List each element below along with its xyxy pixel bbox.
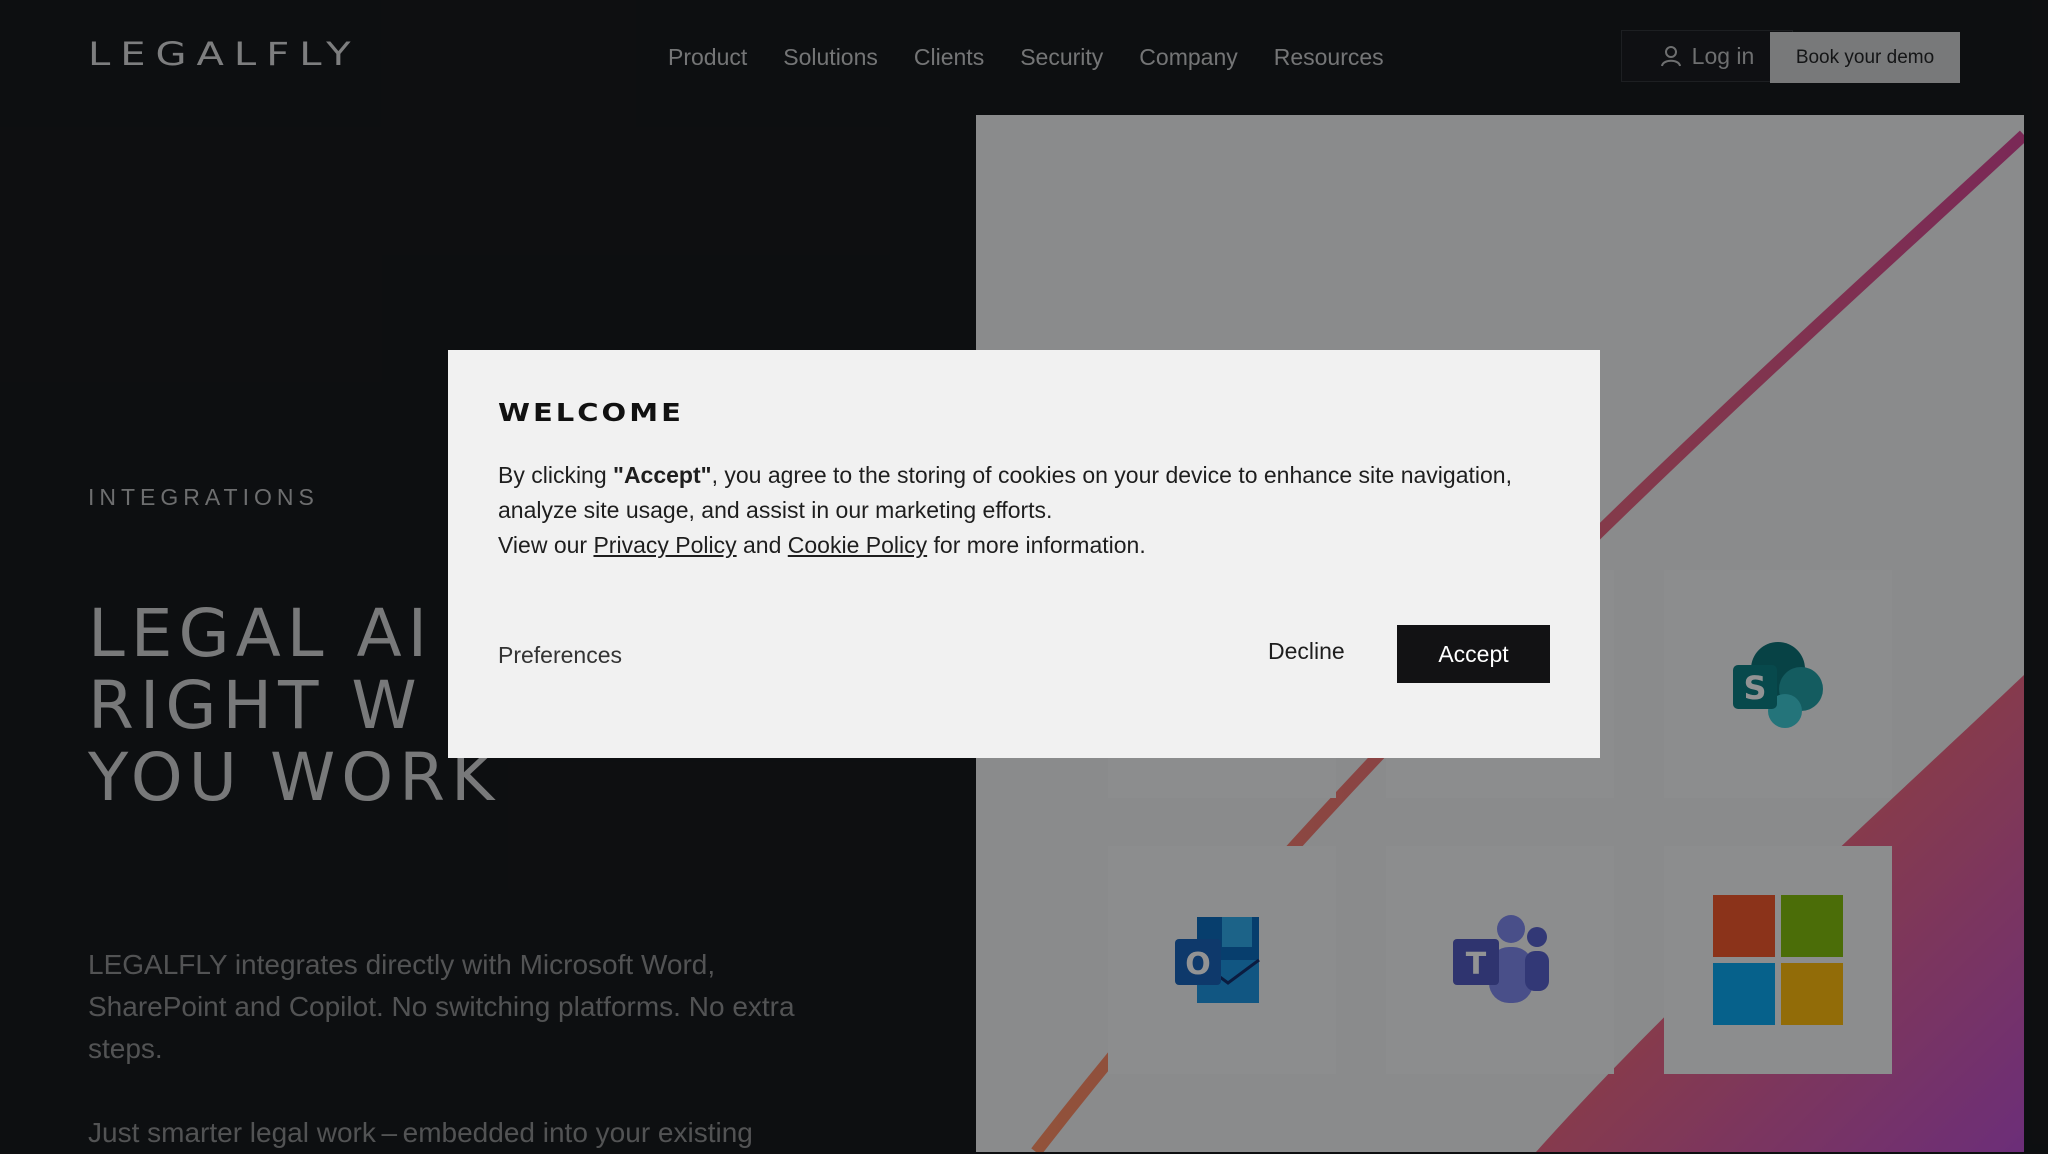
svg-text:O: O bbox=[1185, 947, 1211, 982]
nav-clients[interactable]: Clients bbox=[914, 44, 984, 71]
outlook-icon: O bbox=[1175, 917, 1260, 1003]
decline-button[interactable]: Decline bbox=[1268, 638, 1345, 665]
headline-line-2: RIGHT W bbox=[88, 667, 423, 744]
modal-title: WELCOME bbox=[498, 398, 684, 427]
modal-body: By clicking "Accept", you agree to the s… bbox=[498, 458, 1558, 563]
tile-sharepoint: S bbox=[1664, 570, 1892, 798]
tile-teams: T bbox=[1386, 846, 1614, 1074]
nav-solutions[interactable]: Solutions bbox=[783, 44, 878, 71]
svg-text:T: T bbox=[1466, 947, 1487, 982]
hero-description: LEGALFLY integrates directly with Micros… bbox=[88, 949, 795, 1064]
microsoft-icon bbox=[1713, 895, 1843, 1025]
body-prefix: By clicking bbox=[498, 462, 614, 488]
nav-resources[interactable]: Resources bbox=[1274, 44, 1384, 71]
and-text: and bbox=[736, 532, 788, 558]
user-icon bbox=[1660, 46, 1681, 67]
headline-line-3: YOU WORK bbox=[88, 739, 501, 816]
main-nav: Product Solutions Clients Security Compa… bbox=[668, 44, 1384, 71]
teams-icon: T bbox=[1453, 915, 1549, 1003]
nav-security[interactable]: Security bbox=[1020, 44, 1103, 71]
book-demo-button[interactable]: Book your demo bbox=[1770, 32, 1960, 83]
headline-line-1: LEGAL AI bbox=[88, 595, 434, 672]
accept-button[interactable]: Accept bbox=[1397, 625, 1550, 683]
view-suffix: for more information. bbox=[927, 532, 1146, 558]
legalfly-logo[interactable]: LEGALFLY bbox=[88, 36, 361, 73]
nav-product[interactable]: Product bbox=[668, 44, 747, 71]
tile-microsoft bbox=[1664, 846, 1892, 1074]
section-eyebrow: INTEGRATIONS bbox=[88, 484, 319, 510]
body-accept-word: "Accept" bbox=[613, 462, 712, 488]
tile-outlook: O bbox=[1108, 846, 1336, 1074]
preferences-button[interactable]: Preferences bbox=[498, 642, 622, 669]
nav-company[interactable]: Company bbox=[1139, 44, 1237, 71]
privacy-policy-link[interactable]: Privacy Policy bbox=[593, 532, 736, 558]
login-button[interactable]: Log in bbox=[1621, 30, 1793, 82]
cookie-consent-modal: WELCOME By clicking "Accept", you agree … bbox=[448, 350, 1600, 758]
svg-text:S: S bbox=[1743, 669, 1766, 707]
view-prefix: View our bbox=[498, 532, 594, 558]
cookie-policy-link[interactable]: Cookie Policy bbox=[788, 532, 927, 558]
hero-headline: LEGAL AI RIGHT W YOU WORK bbox=[88, 598, 500, 814]
sharepoint-icon: S bbox=[1733, 642, 1823, 728]
login-label: Log in bbox=[1691, 42, 1755, 69]
hero-description-2: Just smarter legal work – embedded into … bbox=[88, 1117, 753, 1148]
